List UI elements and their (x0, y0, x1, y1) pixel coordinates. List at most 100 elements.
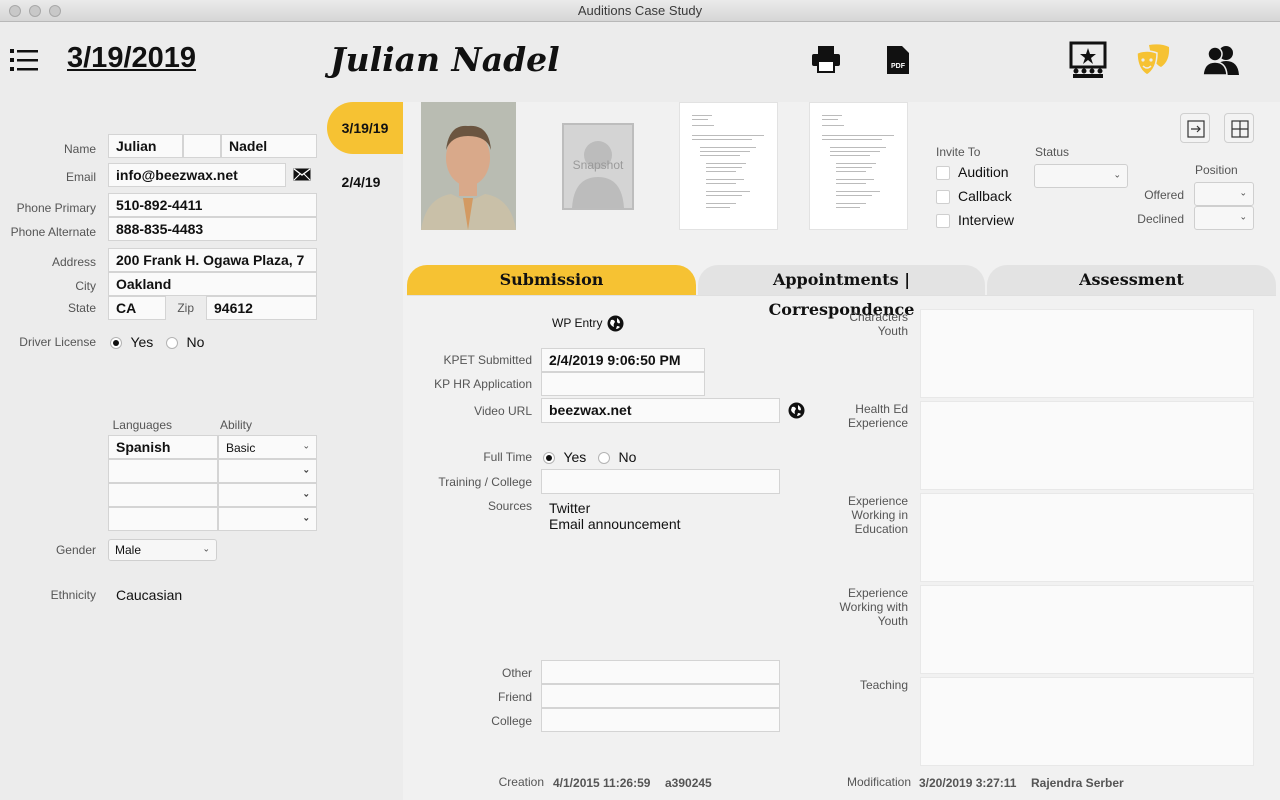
experience-youth-field[interactable] (920, 585, 1254, 674)
zip-field[interactable]: 94612 (206, 296, 317, 320)
modification-label: Modification (846, 775, 911, 789)
stage-icon[interactable] (1069, 41, 1107, 84)
ability-select[interactable]: ⌄ (218, 483, 317, 507)
video-url-label: Video URL (474, 404, 532, 418)
creation-label: Creation (498, 775, 544, 789)
language-cell[interactable] (108, 483, 218, 507)
gender-select[interactable]: Male ⌄ (108, 539, 217, 561)
invite-audition-label: Audition (958, 164, 1009, 180)
creation-user: a390245 (665, 776, 712, 790)
city-field[interactable]: Oakland (108, 272, 317, 296)
invite-callback-checkbox[interactable] (936, 190, 950, 204)
language-cell[interactable] (108, 507, 218, 531)
invite-interview-checkbox[interactable] (936, 214, 950, 228)
mail-icon[interactable] (293, 168, 311, 186)
headshot-photo[interactable] (421, 102, 516, 230)
full-time-no[interactable]: No (598, 449, 636, 469)
other-label: Other (501, 666, 532, 680)
source-item: Twitter (549, 500, 591, 516)
zip-label: Zip (177, 301, 194, 315)
radio-yes[interactable] (110, 337, 122, 349)
tab-assessment[interactable]: Assessment (987, 265, 1276, 295)
offered-select[interactable]: ⌄ (1194, 182, 1254, 206)
ability-select[interactable]: ⌄ (218, 507, 317, 531)
globe-icon[interactable] (607, 315, 624, 337)
driver-license-no[interactable]: No (166, 334, 204, 354)
print-icon[interactable] (811, 45, 841, 78)
state-field[interactable]: CA (108, 296, 166, 320)
language-cell[interactable]: Spanish (108, 435, 218, 459)
name-label: Name (63, 142, 96, 156)
training-label: Training / College (438, 475, 532, 489)
last-name-field[interactable]: Nadel (221, 134, 317, 158)
email-field[interactable]: info@beezwax.net (108, 163, 286, 187)
teaching-field[interactable] (920, 677, 1254, 766)
add-button[interactable] (1224, 113, 1254, 143)
college-label: College (491, 714, 532, 728)
chevron-down-icon: ⌄ (202, 543, 210, 554)
radio-yes-label: Yes (130, 334, 154, 350)
other-field[interactable] (541, 660, 780, 684)
menu-icon[interactable] (10, 47, 38, 73)
address-field[interactable]: 200 Frank H. Ogawa Plaza, 7 (108, 248, 317, 272)
ability-select[interactable]: Basic ⌄ (218, 435, 317, 459)
friend-label: Friend (497, 690, 532, 704)
experience-education-field[interactable] (920, 493, 1254, 582)
tab-appointments[interactable]: Appointments | Correspondence (698, 265, 985, 319)
invite-audition-checkbox[interactable] (936, 166, 950, 180)
video-url-field[interactable]: beezwax.net (541, 398, 780, 423)
driver-license-yes[interactable]: Yes (110, 334, 153, 354)
training-field[interactable] (541, 469, 780, 494)
experience-youth-label: Experience Working with Youth (839, 586, 908, 628)
chevron-down-icon: ⌄ (1239, 187, 1247, 198)
phone-alternate-field[interactable]: 888-835-4483 (108, 217, 317, 241)
languages-table: Spanish (108, 435, 218, 532)
pdf-icon[interactable]: PDF (887, 46, 909, 79)
language-cell[interactable] (108, 459, 218, 483)
first-name-field[interactable]: Julian (108, 134, 183, 158)
radio-no-label: No (618, 449, 637, 465)
page-date: 3/19/2019 (67, 42, 197, 74)
middle-name-field[interactable] (183, 134, 221, 158)
source-item: Email announcement (549, 516, 681, 532)
date-item[interactable]: 2/4/19 (327, 174, 395, 190)
globe-icon[interactable] (788, 402, 805, 424)
export-button[interactable] (1180, 113, 1210, 143)
radio-no[interactable] (166, 337, 178, 349)
ability-value: Basic (226, 441, 256, 455)
characters-youth-label: Characters Youth (849, 310, 908, 338)
date-item-active[interactable]: 3/19/19 (327, 102, 403, 154)
ability-select[interactable]: ⌄ (218, 459, 317, 483)
declined-select[interactable]: ⌄ (1194, 206, 1254, 230)
college-field[interactable] (541, 708, 780, 732)
full-time-yes[interactable]: Yes (543, 449, 586, 469)
status-label: Status (1035, 145, 1070, 159)
sources-label: Sources (487, 499, 532, 513)
friend-field[interactable] (541, 684, 780, 708)
teaching-label: Teaching (859, 678, 908, 692)
kphr-field[interactable] (541, 372, 705, 396)
theater-masks-icon[interactable] (1135, 41, 1173, 84)
offered-label: Offered (1144, 188, 1184, 202)
health-ed-field[interactable] (920, 401, 1254, 490)
snapshot-placeholder[interactable]: Snapshot (562, 123, 634, 210)
people-icon[interactable] (1202, 44, 1240, 81)
svg-text:PDF: PDF (891, 63, 906, 70)
resume-thumbnail[interactable] (809, 102, 908, 230)
radio-no[interactable] (598, 452, 610, 464)
radio-yes[interactable] (543, 452, 555, 464)
kpet-label: KPET Submitted (443, 353, 533, 367)
full-time-label: Full Time (483, 450, 532, 464)
characters-youth-field[interactable] (920, 309, 1254, 398)
ability-header: Ability (220, 418, 253, 432)
kpet-field[interactable]: 2/4/2019 9:06:50 PM (541, 348, 705, 372)
phone-primary-field[interactable]: 510-892-4411 (108, 193, 317, 217)
languages-header: Languages (112, 418, 172, 432)
email-label: Email (65, 170, 96, 184)
resume-thumbnail[interactable] (679, 102, 778, 230)
wp-entry-label: WP Entry (552, 316, 603, 330)
modification-user: Rajendra Serber (1031, 776, 1124, 790)
status-select[interactable]: ⌄ (1034, 164, 1128, 188)
city-label: City (75, 279, 96, 293)
tab-submission[interactable]: Submission (407, 265, 696, 295)
